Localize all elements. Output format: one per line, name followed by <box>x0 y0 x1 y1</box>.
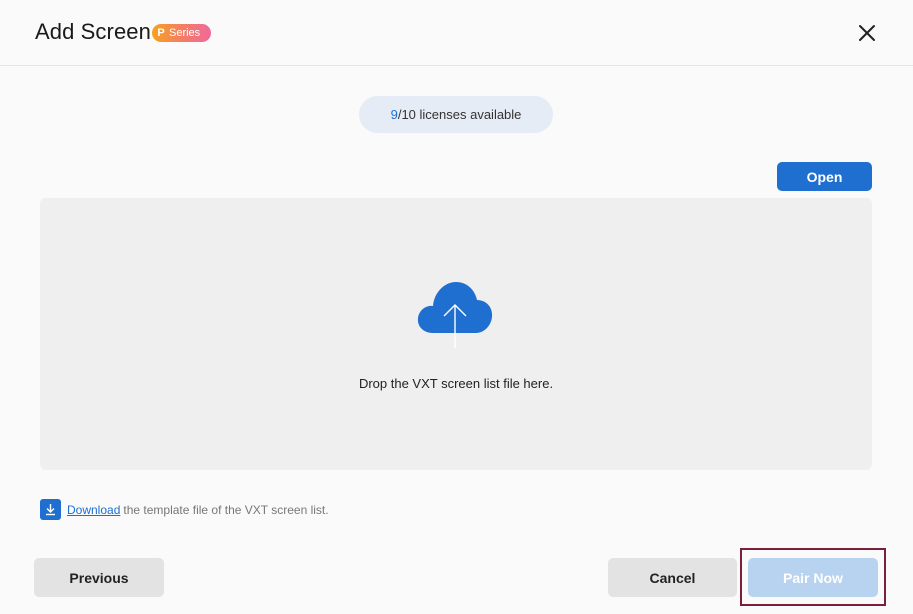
download-link[interactable]: Download <box>67 503 120 517</box>
dialog-header: Add Screen P Series <box>0 0 913 66</box>
license-available-count: 9 <box>390 107 398 122</box>
license-status: 9 /10 licenses available <box>359 96 553 133</box>
open-button[interactable]: Open <box>777 162 872 191</box>
cloud-upload-icon <box>417 282 493 348</box>
cancel-button[interactable]: Cancel <box>608 558 737 597</box>
close-button[interactable] <box>855 21 879 45</box>
dropzone-instructions: Drop the VXT screen list file here. <box>358 376 554 391</box>
dialog-title: Add Screen <box>35 19 151 44</box>
series-badge: P Series <box>152 24 211 42</box>
download-icon[interactable] <box>40 499 61 520</box>
download-template-row: Download the template file of the VXT sc… <box>40 499 329 520</box>
close-icon <box>859 25 875 41</box>
series-badge-letter: P <box>157 27 165 39</box>
previous-button[interactable]: Previous <box>34 558 164 597</box>
series-badge-label: Series <box>169 27 201 39</box>
pair-now-button[interactable]: Pair Now <box>748 558 878 597</box>
license-status-text: /10 licenses available <box>397 107 522 122</box>
download-description: the template file of the VXT screen list… <box>123 502 329 517</box>
